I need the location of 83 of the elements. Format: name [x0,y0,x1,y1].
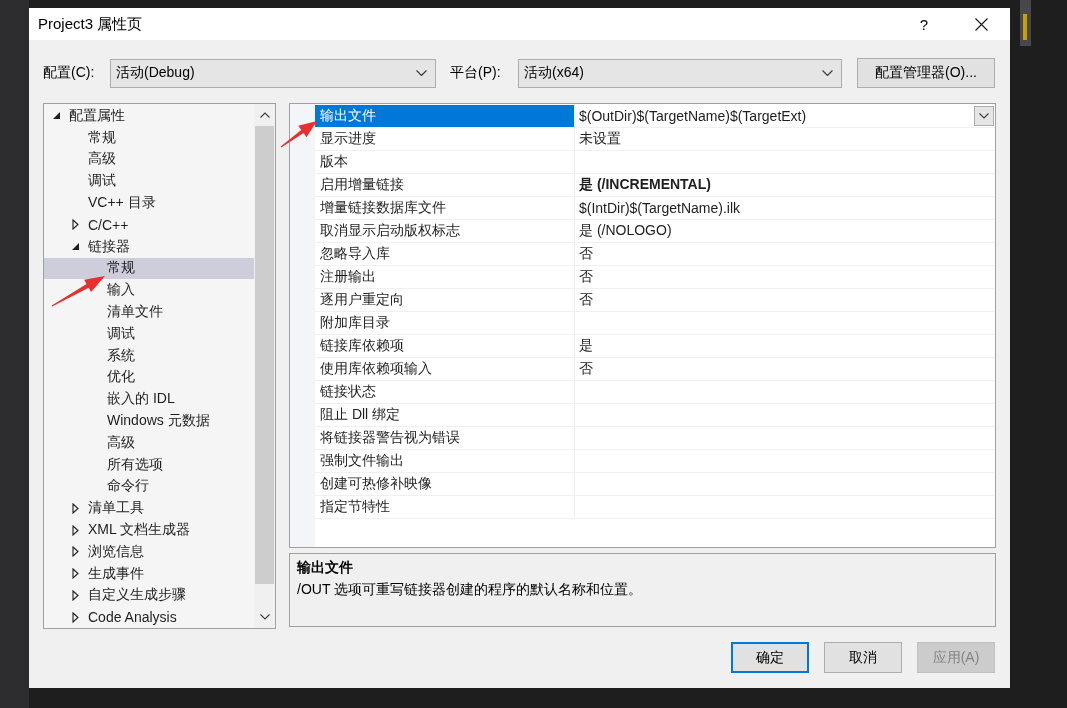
window-title: Project3 属性页 [38,14,144,34]
tree-item[interactable]: 高级 [44,431,254,454]
tree-item[interactable]: 生成事件 [82,562,254,585]
chevron-down-icon [979,113,989,119]
property-name[interactable]: 增量链接数据库文件 [315,197,575,220]
chevron-down-icon [822,69,833,77]
scroll-up-icon [259,112,270,118]
annotation-arrow [50,273,106,309]
tree-item[interactable]: 输入 [44,279,254,302]
tree-item[interactable]: XML 文档生成器 [82,519,254,541]
tree-item[interactable]: 自定义生成步骤 [82,584,254,607]
chevron-down-icon [416,69,427,77]
property-value: 否 [579,291,593,309]
property-name[interactable]: 启用增量链接 [315,174,575,197]
property-name[interactable]: 输出文件 [315,105,575,128]
property-value: 否 [579,268,593,286]
scroll-down-icon [259,614,270,620]
property-name[interactable]: 链接库依赖项 [315,335,575,358]
tree-item[interactable]: 清单工具 [82,497,254,520]
dialog-button[interactable]: 取消 [824,642,902,673]
expanded-triangle-icon[interactable] [72,243,79,251]
property-name[interactable]: 阻止 Dll 绑定 [315,404,575,427]
description-title: 输出文件 [297,559,354,577]
property-name[interactable]: 版本 [315,151,575,174]
collapsed-triangle-icon[interactable] [72,502,79,514]
tree-item[interactable]: 常规 [44,257,254,280]
property-value: $(IntDir)$(TargetName).ilk [579,200,741,216]
property-name[interactable]: 使用库依赖项输入 [315,358,575,381]
property-name[interactable]: 强制文件输出 [315,450,575,473]
close-icon [974,17,988,31]
description-text: /OUT 选项可重写链接器创建的程序的默认名称和位置。 [297,581,644,599]
tree-item[interactable]: 调试 [44,170,254,193]
configuration-manager-button[interactable]: 配置管理器(O)... [857,58,995,88]
property-name[interactable]: 创建可热修补映像 [315,473,575,496]
platform-select[interactable]: 活动(x64) [518,58,842,88]
tree-item[interactable]: Code Analysis [82,606,254,628]
property-name[interactable]: 链接状态 [315,381,575,404]
tree-item[interactable]: 常规 [44,126,254,149]
property-value: $(OutDir)$(TargetName)$(TargetExt) [579,108,807,124]
property-value: 否 [579,245,593,263]
property-name[interactable]: 注册输出 [315,266,575,289]
property-name[interactable]: 忽略导入库 [315,243,575,266]
annotation-arrow [278,118,319,150]
property-name[interactable]: 逐用户重定向 [315,289,575,312]
dropdown-button[interactable] [974,106,994,126]
tree-item[interactable]: 链接器 [82,235,254,258]
tree-item[interactable]: 系统 [44,344,254,367]
scrollbar-thumb[interactable] [255,126,274,584]
configuration-label: 配置(C): [43,64,96,82]
property-name[interactable]: 显示进度 [315,128,575,151]
tree-item[interactable]: VC++ 目录 [44,192,254,214]
configuration-select[interactable]: 活动(Debug) [110,58,436,88]
platform-label: 平台(P): [450,64,502,82]
tree-item[interactable]: 配置属性 [63,105,254,127]
tree-item[interactable]: 高级 [44,148,254,171]
property-value: 否 [579,360,593,378]
collapsed-triangle-icon[interactable] [72,219,79,231]
editor-scrollbar [1020,0,1031,46]
tree-item[interactable]: C/C++ [82,214,254,236]
tree-item[interactable]: 清单文件 [44,301,254,323]
tree-item[interactable]: 命令行 [44,475,254,498]
collapsed-triangle-icon[interactable] [72,546,79,558]
help-button[interactable]: ? [900,8,948,40]
property-name[interactable]: 取消显示启动版权标志 [315,220,575,243]
property-name[interactable]: 指定节特性 [315,496,575,519]
tree-item[interactable]: 嵌入的 IDL [44,388,254,411]
property-value: 是 (/NOLOGO) [579,222,672,240]
dialog-button[interactable]: 确定 [731,642,809,673]
collapsed-triangle-icon[interactable] [72,611,79,623]
tree-item[interactable]: 浏览信息 [82,540,254,563]
collapsed-triangle-icon[interactable] [72,568,79,580]
tree-item[interactable]: 所有选项 [44,453,254,476]
tree-item[interactable]: 调试 [44,322,254,345]
expanded-triangle-icon[interactable] [53,112,60,120]
property-name[interactable]: 附加库目录 [315,312,575,335]
collapsed-triangle-icon[interactable] [72,589,79,601]
collapsed-triangle-icon[interactable] [72,524,79,536]
property-name[interactable]: 将链接器警告视为错误 [315,427,575,450]
property-value: 是 (/INCREMENTAL) [579,176,711,194]
property-value: 是 [579,337,593,355]
tree-item[interactable]: Windows 元数据 [44,410,254,432]
property-value: 未设置 [579,130,621,148]
tree-item[interactable]: 优化 [44,366,254,389]
